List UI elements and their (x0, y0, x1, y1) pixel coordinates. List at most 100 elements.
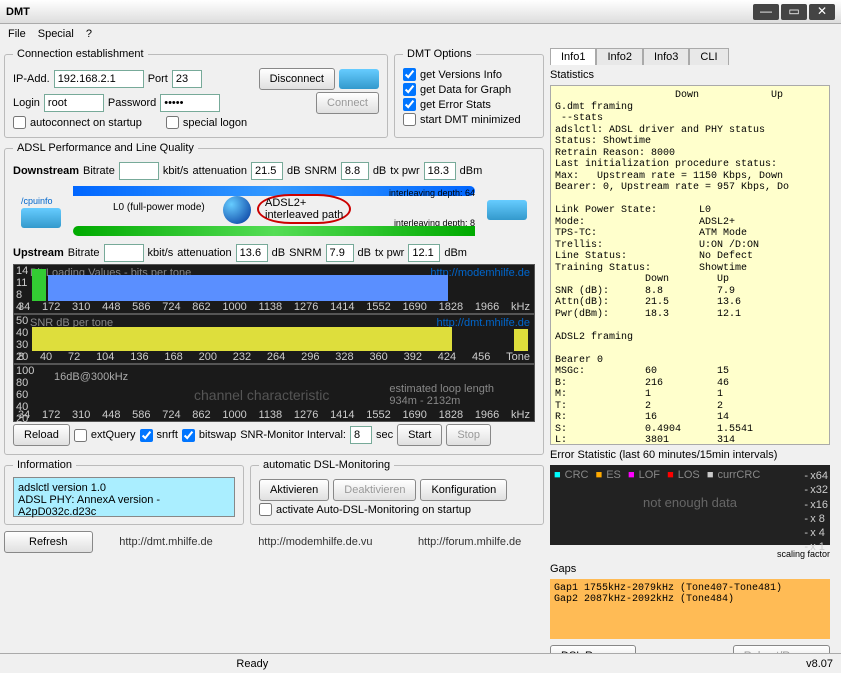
us-snrm-input[interactable] (326, 244, 354, 262)
gaps-text: Gap1 1755kHz-2079kHz (Tone407-Tone481) G… (550, 579, 830, 639)
modem-left-icon (21, 208, 61, 228)
us-attn-input[interactable] (236, 244, 268, 262)
link3[interactable]: http://forum.mhilfe.de (418, 536, 521, 548)
tab-info1[interactable]: Info1 (550, 48, 596, 65)
cpuinfo-label: /cpuinfo (21, 196, 53, 206)
ds-txpwr-input[interactable] (424, 162, 456, 180)
port-label: Port (148, 73, 168, 85)
interleaved-label: interleaved path (265, 209, 343, 221)
autoconnect-label: autoconnect on startup (30, 117, 142, 129)
get-errors-checkbox[interactable] (403, 98, 416, 111)
link2[interactable]: http://modemhilfe.de.vu (258, 536, 372, 548)
login-input[interactable] (44, 94, 104, 112)
close-button[interactable]: ✕ (809, 4, 835, 20)
speciallogon-label: special logon (183, 117, 247, 129)
connect-button[interactable]: Connect (316, 92, 379, 114)
minimized-label: start DMT minimized (420, 114, 521, 126)
stop-button[interactable]: Stop (446, 424, 491, 446)
ds-db2: dB (373, 165, 386, 177)
menubar: File Special ? (0, 24, 841, 44)
window-title: DMT (6, 6, 753, 18)
snrmon-input[interactable] (350, 426, 372, 444)
snr-bars (32, 327, 452, 351)
menu-file[interactable]: File (8, 28, 26, 40)
refresh-button[interactable]: Refresh (4, 531, 93, 553)
connection-fieldset: Connection establishment IP-Add. Port Di… (4, 48, 388, 138)
get-graph-checkbox[interactable] (403, 83, 416, 96)
currcrc-label: currCRC (717, 469, 760, 481)
bit-loading-graph: 1411840 Bit Loading Values - bits per to… (13, 264, 535, 314)
autoconnect-checkbox[interactable] (13, 116, 26, 129)
us-snrm-label: SNRM (289, 247, 321, 259)
mode-circled: ADSL2+ interleaved path (257, 194, 351, 224)
intdepth64-label: interleaving depth: 64 (389, 188, 475, 198)
login-label: Login (13, 97, 40, 109)
konfiguration-button[interactable]: Konfiguration (420, 479, 507, 501)
speciallogon-checkbox[interactable] (166, 116, 179, 129)
ds-snrm-input[interactable] (341, 162, 369, 180)
maximize-button[interactable]: ▭ (781, 4, 807, 20)
menu-help[interactable]: ? (86, 28, 92, 40)
crc-label: CRC (565, 469, 589, 481)
ds-bitrate-input[interactable] (119, 162, 159, 180)
sec-label: sec (376, 429, 393, 441)
gaps-label: Gaps (550, 563, 830, 575)
ds-attn-input[interactable] (251, 162, 283, 180)
port-input[interactable] (172, 70, 202, 88)
adsl2-label: ADSL2+ (265, 197, 306, 209)
tab-info3[interactable]: Info3 (643, 48, 689, 65)
status-text: Ready (0, 658, 505, 670)
ip-label: IP-Add. (13, 73, 50, 85)
statistics-text[interactable]: Down Up G.dmt framing --stats adslctl: A… (550, 85, 830, 445)
upstream-label: Upstream (13, 247, 64, 259)
aktivieren-button[interactable]: Aktivieren (259, 479, 329, 501)
information-fieldset: Information adslctl version 1.0 ADSL PHY… (4, 459, 244, 525)
start-button[interactable]: Start (397, 424, 442, 446)
ds-snrm-label: SNRM (304, 165, 336, 177)
snrmon-label: SNR-Monitor Interval: (240, 429, 346, 441)
us-kbits: kbit/s (148, 247, 174, 259)
ds-attn-label: attenuation (193, 165, 247, 177)
scalefactor-label: scaling factor (550, 549, 830, 559)
menu-special[interactable]: Special (38, 28, 74, 40)
get-versions-checkbox[interactable] (403, 68, 416, 81)
minimize-button[interactable]: — (753, 4, 779, 20)
ip-input[interactable] (54, 70, 144, 88)
reload-button[interactable]: Reload (13, 424, 70, 446)
statusbar: Ready v8.07 (0, 653, 841, 673)
activate-automon-checkbox[interactable] (259, 503, 272, 516)
deaktivieren-button[interactable]: Deaktivieren (333, 479, 416, 501)
tab-cli[interactable]: CLI (689, 48, 728, 65)
error-statistic-graph: ■CRC ■ES ■LOF ■LOS ■currCRC not enough d… (550, 465, 830, 545)
snrft-checkbox[interactable] (140, 429, 153, 442)
automon-legend: automatic DSL-Monitoring (259, 459, 394, 471)
extquery-checkbox[interactable] (74, 429, 87, 442)
channel-graph: 10080604020 16dB@300kHz channel characte… (13, 364, 535, 422)
get-errors-label: get Error Stats (420, 99, 491, 111)
bitswap-checkbox[interactable] (182, 429, 195, 442)
ds-dbm: dBm (460, 165, 483, 177)
link1[interactable]: http://dmt.mhilfe.de (119, 536, 213, 548)
us-db2: dB (358, 247, 371, 259)
version-text: v8.07 (806, 658, 841, 670)
errstat-label: Error Statistic (last 60 minutes/15min i… (550, 449, 830, 461)
minimized-checkbox[interactable] (403, 113, 416, 126)
information-legend: Information (13, 459, 76, 471)
tab-info2[interactable]: Info2 (596, 48, 642, 65)
us-txpwr-input[interactable] (408, 244, 440, 262)
snr-bars-end (514, 329, 528, 351)
up-arrow-icon (73, 226, 475, 236)
notenough-label: not enough data (554, 495, 826, 510)
ds-bit-bars (48, 275, 448, 301)
globe-icon (223, 196, 251, 224)
lof-label: LOF (639, 469, 660, 481)
us-bitrate-input[interactable] (104, 244, 144, 262)
statistics-label: Statistics (550, 69, 830, 81)
bitswap-label: bitswap (199, 429, 236, 441)
ds-kbits: kbit/s (163, 165, 189, 177)
adsl-legend: ADSL Performance and Line Quality (13, 142, 198, 154)
disconnect-button[interactable]: Disconnect (259, 68, 335, 90)
get-versions-label: get Versions Info (420, 69, 502, 81)
ds-db1: dB (287, 165, 300, 177)
password-input[interactable] (160, 94, 220, 112)
